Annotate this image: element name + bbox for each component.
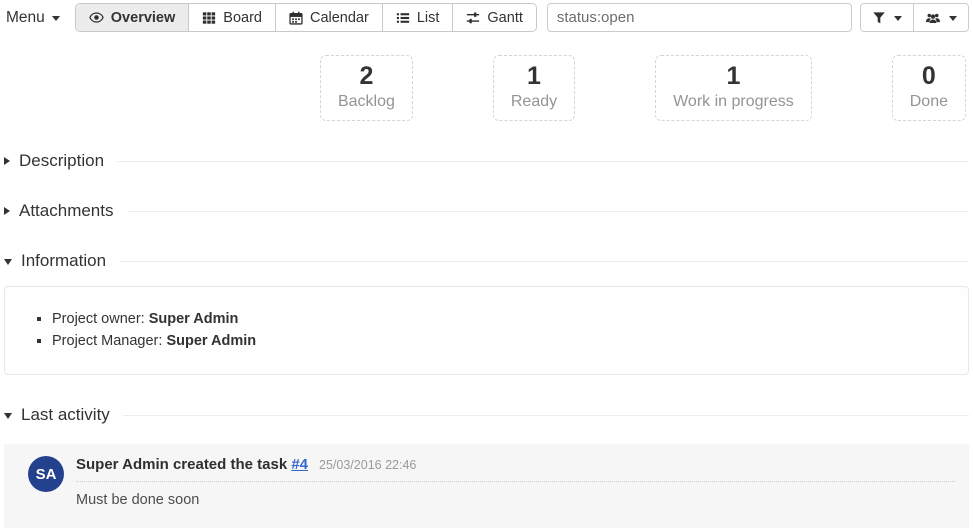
column-stats-row: 2 Backlog 1 Ready 1 Work in progress 0 D… bbox=[4, 55, 966, 121]
divider bbox=[123, 415, 969, 416]
view-switcher: Overview Board Calendar List bbox=[75, 3, 537, 32]
info-value: Super Admin bbox=[149, 311, 239, 327]
information-panel: Project owner: Super Admin Project Manag… bbox=[4, 286, 969, 375]
info-label: Project Manager: bbox=[52, 333, 166, 349]
chevron-right-icon bbox=[4, 207, 10, 215]
section-header-description[interactable]: Description bbox=[4, 151, 969, 171]
funnel-icon bbox=[872, 11, 886, 25]
stat-count: 1 bbox=[511, 61, 557, 92]
list-item: Project owner: Super Admin bbox=[52, 308, 958, 330]
stat-label: Work in progress bbox=[673, 93, 794, 111]
stat-label: Backlog bbox=[338, 93, 395, 111]
filter-button-group bbox=[860, 3, 969, 32]
divider bbox=[127, 211, 970, 212]
info-value: Super Admin bbox=[166, 333, 256, 349]
chevron-right-icon bbox=[4, 157, 10, 165]
section-title: Attachments bbox=[19, 201, 114, 221]
info-label: Project owner: bbox=[52, 311, 149, 327]
avatar: SA bbox=[28, 456, 64, 492]
tab-board-label: Board bbox=[223, 10, 262, 26]
stat-label: Ready bbox=[511, 93, 557, 111]
activity-content: Super Admin created the task #4 25/03/20… bbox=[76, 456, 955, 508]
activity-title: Super Admin created the task #4 bbox=[76, 456, 308, 473]
chevron-down-icon bbox=[4, 259, 12, 265]
grid-icon bbox=[202, 11, 216, 25]
section-header-attachments[interactable]: Attachments bbox=[4, 201, 969, 221]
activity-comment: Must be done soon bbox=[76, 492, 955, 508]
tab-list[interactable]: List bbox=[383, 4, 454, 31]
caret-down-icon bbox=[52, 16, 60, 21]
chevron-down-icon bbox=[4, 413, 12, 419]
activity-title-row: Super Admin created the task #4 25/03/20… bbox=[76, 456, 955, 482]
stat-box-work-in-progress: 1 Work in progress bbox=[655, 55, 812, 121]
divider bbox=[119, 261, 969, 262]
project-overview-page: Menu Overview Board Calendar bbox=[0, 0, 973, 528]
activity-event: SA Super Admin created the task #4 25/03… bbox=[4, 444, 969, 528]
calendar-icon bbox=[289, 11, 303, 25]
caret-down-icon bbox=[894, 16, 902, 21]
information-list: Project owner: Super Admin Project Manag… bbox=[15, 308, 958, 352]
section-title: Information bbox=[21, 251, 106, 271]
sliders-icon bbox=[466, 11, 480, 25]
activity-title-text: Super Admin created the task bbox=[76, 456, 287, 473]
section-title: Last activity bbox=[21, 405, 110, 425]
stat-box-backlog: 2 Backlog bbox=[320, 55, 413, 121]
tab-board[interactable]: Board bbox=[189, 4, 276, 31]
section-title: Description bbox=[19, 151, 104, 171]
tab-overview[interactable]: Overview bbox=[76, 4, 190, 31]
users-dropdown-button[interactable] bbox=[914, 4, 968, 31]
tab-overview-label: Overview bbox=[111, 10, 176, 26]
list-item: Project Manager: Super Admin bbox=[52, 330, 958, 352]
stat-box-ready: 1 Ready bbox=[493, 55, 575, 121]
caret-down-icon bbox=[949, 16, 957, 21]
list-icon bbox=[396, 11, 410, 25]
search-input[interactable] bbox=[547, 3, 852, 32]
menu-label: Menu bbox=[6, 9, 45, 27]
tab-gantt[interactable]: Gantt bbox=[453, 4, 535, 31]
toolbar: Menu Overview Board Calendar bbox=[4, 3, 969, 32]
section-header-last-activity[interactable]: Last activity bbox=[4, 405, 969, 425]
menu-dropdown-button[interactable]: Menu bbox=[4, 5, 62, 31]
stat-box-done: 0 Done bbox=[892, 55, 966, 121]
users-icon bbox=[925, 11, 941, 25]
section-header-information[interactable]: Information bbox=[4, 251, 969, 271]
filter-dropdown-button[interactable] bbox=[861, 4, 914, 31]
tab-list-label: List bbox=[417, 10, 440, 26]
task-link[interactable]: #4 bbox=[291, 456, 308, 473]
eye-icon bbox=[89, 10, 104, 25]
tab-calendar[interactable]: Calendar bbox=[276, 4, 383, 31]
stat-count: 2 bbox=[338, 61, 395, 92]
tab-calendar-label: Calendar bbox=[310, 10, 369, 26]
tab-gantt-label: Gantt bbox=[487, 10, 522, 26]
divider bbox=[117, 161, 969, 162]
activity-timestamp: 25/03/2016 22:46 bbox=[319, 458, 416, 472]
stat-count: 0 bbox=[910, 61, 948, 92]
stat-count: 1 bbox=[673, 61, 794, 92]
stat-label: Done bbox=[910, 93, 948, 111]
